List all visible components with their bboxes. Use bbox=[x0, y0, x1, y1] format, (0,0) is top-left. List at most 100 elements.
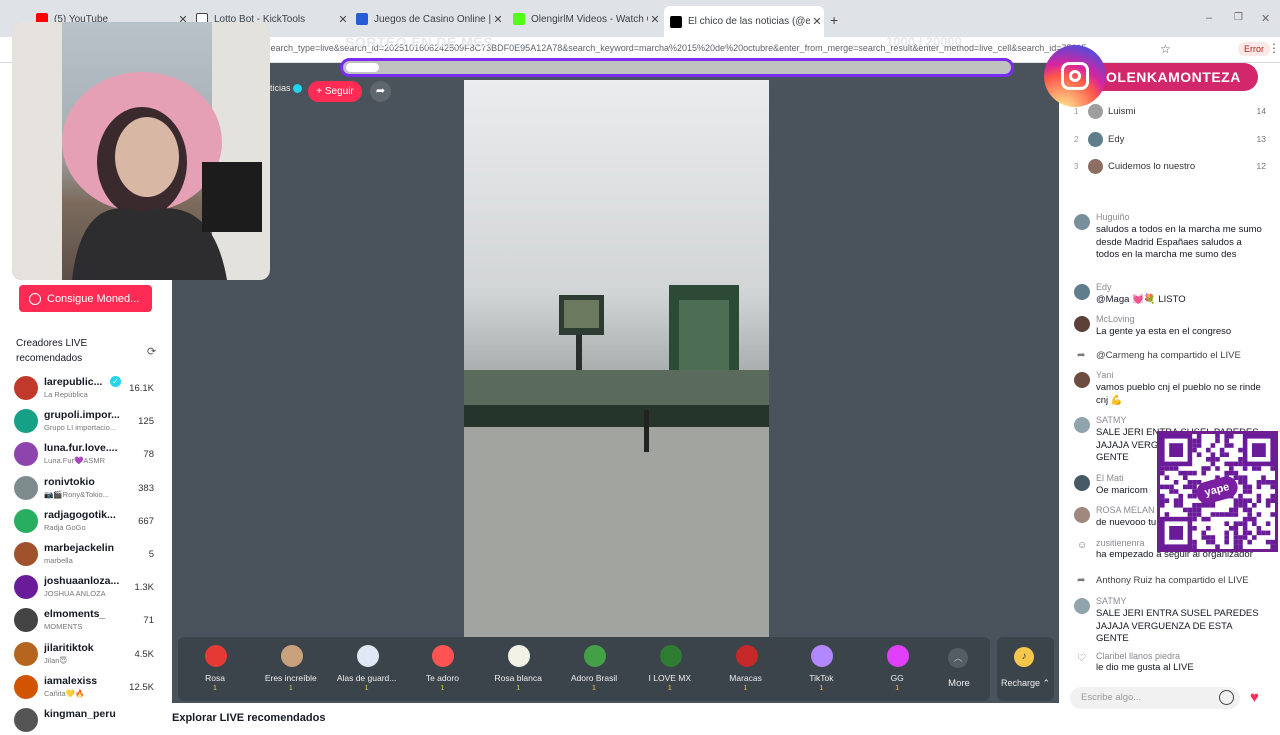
share-icon[interactable]: ➦ bbox=[370, 81, 391, 102]
qr-module bbox=[1238, 457, 1243, 462]
creator-item[interactable]: luna.fur.love.... Luna.Fur💜ASMR 78 bbox=[14, 439, 164, 469]
chat-username[interactable]: McLoving bbox=[1096, 314, 1135, 324]
qr-module bbox=[1247, 484, 1252, 490]
avatar[interactable] bbox=[1074, 507, 1090, 523]
chat-username[interactable]: SATMY bbox=[1096, 596, 1126, 606]
giveaway-title: SORTEO EN DE MES bbox=[345, 34, 494, 50]
qr-module bbox=[1270, 498, 1275, 503]
qr-module bbox=[1210, 452, 1216, 457]
gift-price: 1 bbox=[592, 685, 596, 692]
chat-username[interactable]: El Mati bbox=[1096, 473, 1124, 483]
avatar[interactable] bbox=[1074, 417, 1090, 433]
gift-item[interactable]: Alas de guard... 1 bbox=[330, 637, 404, 701]
chat-username[interactable]: Yani bbox=[1096, 370, 1113, 380]
gift-item[interactable]: Adoro Brasil 1 bbox=[557, 637, 631, 701]
qr-module bbox=[1160, 493, 1165, 499]
qr-module bbox=[1242, 507, 1248, 513]
qr-module bbox=[1242, 475, 1248, 480]
avatar[interactable] bbox=[1074, 284, 1090, 300]
chat-username[interactable]: ROSA MELAN bbox=[1096, 505, 1155, 515]
close-tab-icon[interactable]: ✕ bbox=[648, 13, 662, 26]
creator-subtitle: Grupo LI importacio... bbox=[44, 423, 117, 433]
close-window-icon[interactable]: ✕ bbox=[1261, 12, 1270, 25]
browser-tab[interactable]: OlengirlM Videos - Watch On-D ✕ bbox=[507, 8, 662, 30]
gift-price: 1 bbox=[895, 685, 900, 692]
heart-icon[interactable]: ♥ bbox=[1250, 689, 1259, 706]
avatar[interactable] bbox=[1074, 214, 1090, 230]
avatar[interactable] bbox=[1074, 598, 1090, 614]
creator-item[interactable]: ronivtokio 📷🎬Rony&Tokio... 383 bbox=[14, 473, 164, 503]
qr-module bbox=[1210, 512, 1216, 517]
browser-tab-active[interactable]: El chico de las noticias (@el ✕ bbox=[664, 6, 824, 37]
qr-module bbox=[1169, 484, 1174, 490]
get-coins-button[interactable]: Consigue Moned... bbox=[19, 285, 152, 312]
creator-item[interactable]: grupoli.impor... Grupo LI importacio... 12… bbox=[14, 406, 164, 436]
qr-module bbox=[1187, 480, 1193, 485]
browser-tab[interactable]: Juegos de Casino Online | Apue ✕ bbox=[350, 8, 505, 30]
qr-module bbox=[1196, 443, 1202, 448]
host-name[interactable]: ticias bbox=[270, 83, 291, 93]
live-video[interactable] bbox=[464, 80, 769, 637]
chat-username[interactable]: Claribel llanos piedra bbox=[1096, 651, 1180, 661]
menu-dots-icon[interactable]: ⋮ bbox=[1268, 41, 1280, 55]
creator-item[interactable]: elmoments_ MOMENTS 71 bbox=[14, 605, 164, 635]
qr-module bbox=[1215, 544, 1220, 549]
creator-item[interactable]: jilaritiktok Jilan😇 4.5K bbox=[14, 639, 164, 669]
creator-item[interactable]: radjagogotik... Radja GoGo 667 bbox=[14, 506, 164, 536]
gift-label: Rosa blanca bbox=[494, 673, 542, 683]
gift-item[interactable]: Maracas 1 bbox=[709, 637, 783, 701]
minimize-icon[interactable]: – bbox=[1206, 12, 1212, 24]
chat-username[interactable]: zusitienenra bbox=[1096, 538, 1145, 548]
chat-username[interactable]: Edy bbox=[1096, 282, 1112, 292]
close-tab-icon[interactable]: ✕ bbox=[336, 13, 350, 26]
chat-username[interactable]: Huguiño bbox=[1096, 212, 1130, 222]
close-tab-icon[interactable]: ✕ bbox=[491, 13, 505, 26]
qr-module bbox=[1196, 434, 1202, 439]
qr-module bbox=[1242, 516, 1248, 522]
qr-finder bbox=[1169, 443, 1183, 457]
new-tab-button[interactable]: + bbox=[830, 12, 838, 28]
qr-module bbox=[1224, 452, 1229, 457]
gift-label: Te adoro bbox=[425, 673, 459, 683]
creator-item[interactable]: iamalexiss Cañita💛🔥 12.5K bbox=[14, 672, 164, 702]
avatar[interactable] bbox=[1074, 316, 1090, 332]
qr-module bbox=[1206, 539, 1211, 545]
donor-rank-row[interactable]: 2 Edy 13 bbox=[1074, 131, 1274, 153]
restore-icon[interactable]: ❐ bbox=[1234, 12, 1243, 23]
gift-item[interactable]: Te adoro 1 bbox=[405, 637, 479, 701]
qr-module bbox=[1242, 521, 1248, 526]
avatar[interactable] bbox=[1074, 475, 1090, 491]
emoji-icon[interactable] bbox=[1219, 690, 1234, 705]
qr-module bbox=[1196, 438, 1202, 444]
qr-module bbox=[1229, 470, 1234, 476]
creator-item[interactable]: larepublic... La República 16.1K ✓ bbox=[14, 373, 164, 403]
follow-button[interactable]: + Seguir bbox=[308, 81, 362, 102]
creator-item[interactable]: kingman_peru bbox=[14, 705, 164, 735]
qr-module bbox=[1206, 535, 1211, 540]
refresh-icon[interactable]: ⟳ bbox=[147, 345, 156, 358]
creator-item[interactable]: marbejackelin marbella 5 bbox=[14, 539, 164, 569]
chat-input[interactable]: Escribe algo... bbox=[1070, 687, 1240, 709]
qr-module bbox=[1224, 521, 1229, 526]
gift-item[interactable]: I LOVE MX 1 bbox=[633, 637, 707, 701]
gift-item[interactable]: Rosa 1 bbox=[178, 637, 252, 701]
gift-item[interactable]: Rosa blanca 1 bbox=[481, 637, 555, 701]
creator-item[interactable]: joshuaanloza... JOSHUA ANLOZA 1.3K bbox=[14, 572, 164, 602]
close-tab-icon[interactable]: ✕ bbox=[810, 15, 824, 28]
qr-module bbox=[1164, 512, 1170, 517]
share-icon: ➦ bbox=[1077, 350, 1086, 361]
gift-item[interactable]: TikTok 1 bbox=[784, 637, 858, 701]
qr-module bbox=[1238, 521, 1243, 526]
qr-module bbox=[1242, 498, 1248, 503]
qr-module bbox=[1187, 512, 1193, 517]
qr-module bbox=[1233, 498, 1239, 503]
avatar bbox=[14, 409, 38, 434]
chat-username[interactable]: SATMY bbox=[1096, 415, 1126, 425]
recharge-button[interactable]: ♪ Recharge ⌃ bbox=[997, 637, 1054, 701]
avatar[interactable] bbox=[1074, 372, 1090, 388]
gift-item[interactable]: Eres increíble 1 bbox=[254, 637, 328, 701]
donor-rank-row[interactable]: 3 Cuidemos lo nuestro 12 bbox=[1074, 158, 1274, 180]
gift-item[interactable]: GG 1 bbox=[860, 637, 934, 701]
qr-module bbox=[1242, 526, 1248, 531]
more-gifts-button[interactable]: ︿ More bbox=[938, 637, 980, 701]
